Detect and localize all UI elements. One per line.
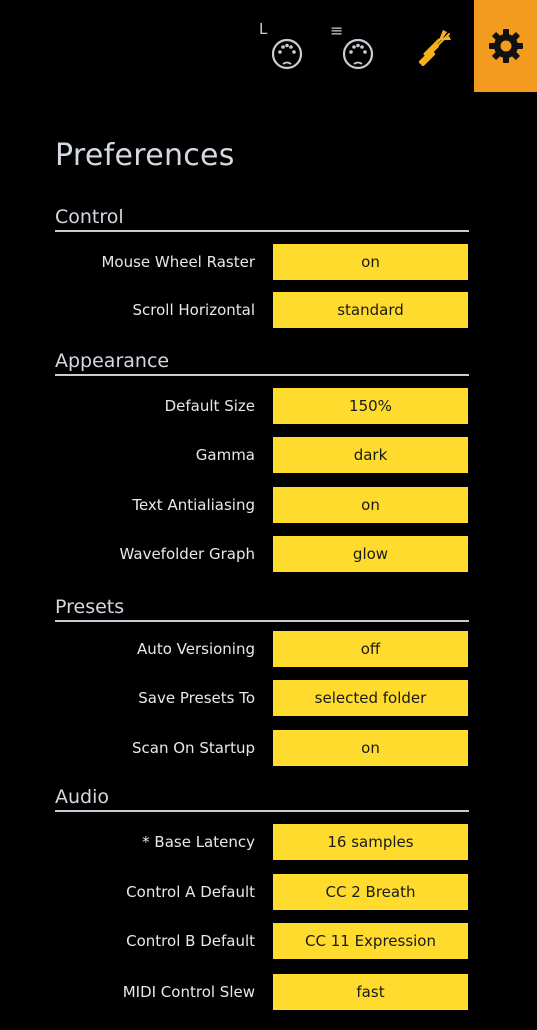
pref-row-scan-on-startup: Scan On Startup on [0, 730, 537, 766]
pref-label: Scroll Horizontal [132, 301, 255, 319]
pref-row-mouse-wheel-raster: Mouse Wheel Raster on [0, 244, 537, 280]
section-appearance-heading: Appearance [55, 350, 469, 376]
pref-value-button[interactable]: dark [273, 437, 468, 473]
pref-label: Control B Default [126, 932, 255, 950]
pref-label: Save Presets To [138, 689, 255, 707]
pref-row-base-latency: * Base Latency 16 samples [0, 824, 537, 860]
pref-row-auto-versioning: Auto Versioning off [0, 631, 537, 667]
pref-row-scroll-horizontal: Scroll Horizontal standard [0, 292, 537, 328]
pref-row-save-presets-to: Save Presets To selected folder [0, 680, 537, 716]
pref-row-midi-control-slew: MIDI Control Slew fast [0, 974, 537, 1010]
page-title: Preferences [55, 138, 235, 173]
midi-learn-button[interactable]: L [245, 0, 320, 92]
pref-label: Mouse Wheel Raster [101, 253, 255, 271]
pref-label: Wavefolder Graph [119, 545, 256, 563]
section-control-heading: Control [55, 206, 469, 232]
settings-button[interactable] [474, 0, 537, 92]
midi-din-icon: L [259, 20, 302, 70]
gear-icon [488, 29, 523, 63]
pref-label: Default Size [164, 397, 255, 415]
midi-din-icon: ≡ [330, 21, 373, 70]
section-presets-heading: Presets [55, 596, 469, 622]
pref-label: Scan On Startup [132, 739, 255, 757]
pref-value-button[interactable]: selected folder [273, 680, 468, 716]
pref-label: Gamma [195, 446, 255, 464]
tools-button[interactable] [400, 0, 470, 92]
pref-value-button[interactable]: off [273, 631, 468, 667]
pref-value-button[interactable]: CC 11 Expression [273, 923, 468, 959]
pref-label: * Base Latency [142, 833, 255, 851]
pref-value-button[interactable]: standard [273, 292, 468, 328]
pref-row-gamma: Gamma dark [0, 437, 537, 473]
midi-e-mark: ≡ [330, 21, 343, 40]
pref-label: Auto Versioning [137, 640, 255, 658]
pref-label: MIDI Control Slew [122, 983, 255, 1001]
section-audio-heading: Audio [55, 786, 469, 812]
pref-value-button[interactable]: on [273, 730, 468, 766]
pref-row-default-size: Default Size 150% [0, 388, 537, 424]
pref-row-wavefolder-graph: Wavefolder Graph glow [0, 536, 537, 572]
preferences-panel: L ≡ Preferences Control Mouse Wheel Rast… [0, 0, 537, 1030]
pref-value-button[interactable]: 16 samples [273, 824, 468, 860]
pref-row-control-a-default: Control A Default CC 2 Breath [0, 874, 537, 910]
top-toolbar: L ≡ [0, 0, 537, 92]
pref-value-button[interactable]: on [273, 244, 468, 280]
pref-row-text-antialiasing: Text Antialiasing on [0, 487, 537, 523]
pref-row-control-b-default: Control B Default CC 11 Expression [0, 923, 537, 959]
pref-label: Control A Default [126, 883, 255, 901]
pref-value-button[interactable]: 150% [273, 388, 468, 424]
pref-value-button[interactable]: CC 2 Breath [273, 874, 468, 910]
midi-settings-button[interactable]: ≡ [318, 0, 393, 92]
pref-label: Text Antialiasing [132, 496, 255, 514]
pref-value-button[interactable]: fast [273, 974, 468, 1010]
midi-l-mark: L [259, 20, 268, 38]
tools-icon [419, 30, 451, 66]
pref-value-button[interactable]: glow [273, 536, 468, 572]
pref-value-button[interactable]: on [273, 487, 468, 523]
